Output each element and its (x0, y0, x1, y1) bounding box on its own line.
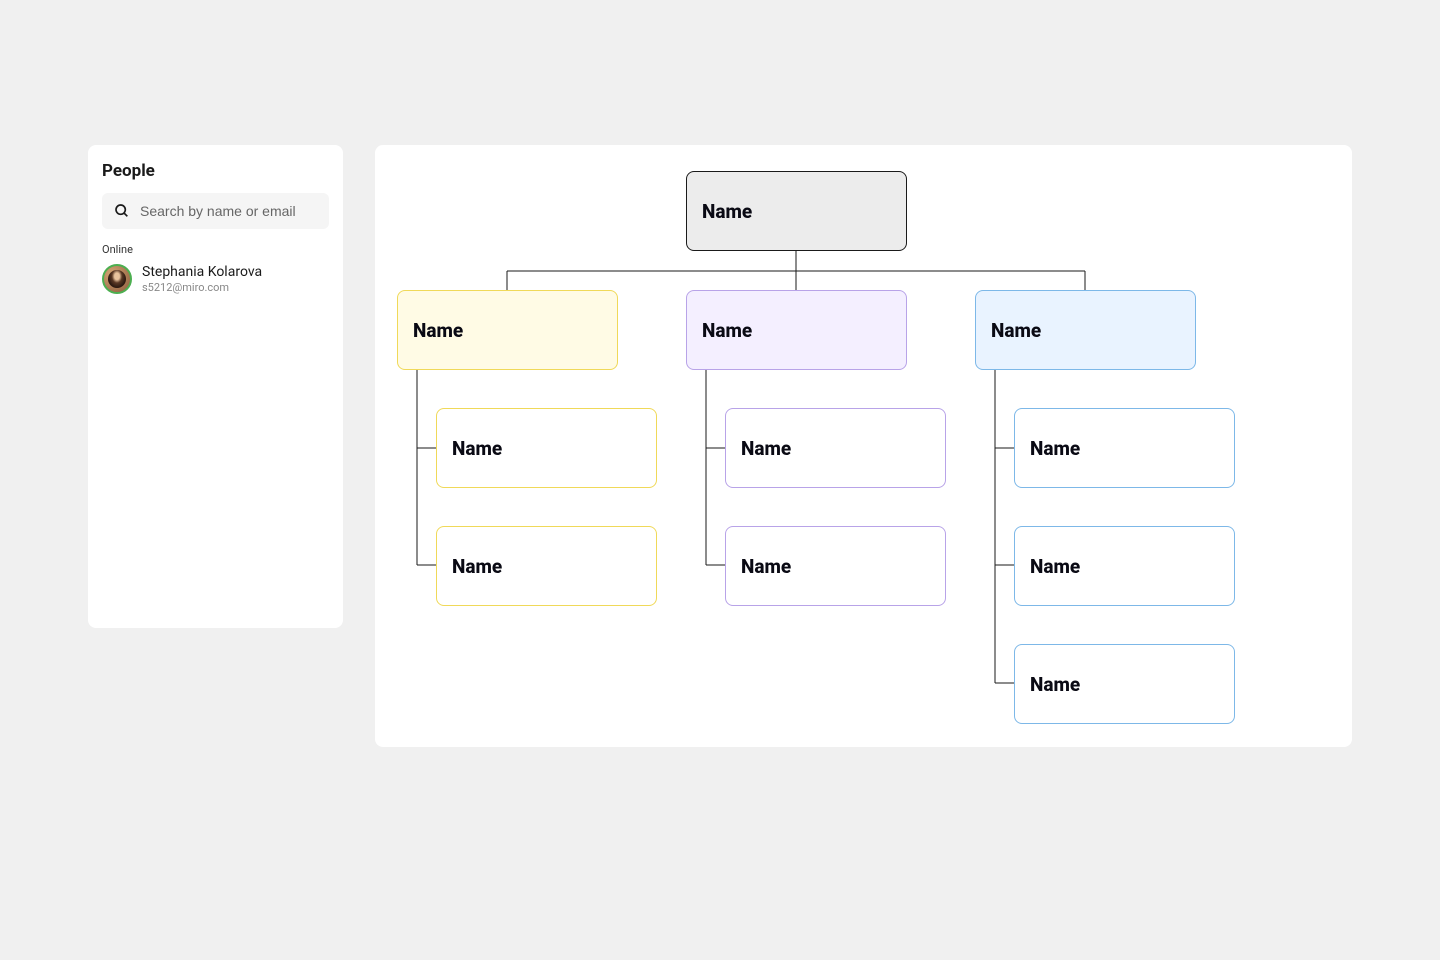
org-node-child-purple[interactable]: Name (725, 526, 946, 606)
org-node-branch-purple[interactable]: Name (686, 290, 907, 370)
search-box[interactable] (102, 193, 329, 229)
org-node-child-yellow[interactable]: Name (436, 526, 657, 606)
node-label: Name (413, 319, 463, 342)
org-node-child-blue[interactable]: Name (1014, 408, 1235, 488)
people-panel: People Online Stephania Kolarova s5212@m… (88, 145, 343, 628)
node-label: Name (991, 319, 1041, 342)
node-label: Name (702, 319, 752, 342)
node-label: Name (702, 200, 752, 223)
node-label: Name (1030, 555, 1080, 578)
node-label: Name (741, 555, 791, 578)
person-item[interactable]: Stephania Kolarova s5212@miro.com (102, 264, 329, 294)
avatar (102, 264, 132, 294)
org-node-child-yellow[interactable]: Name (436, 408, 657, 488)
search-input[interactable] (140, 203, 317, 219)
panel-title: People (102, 161, 329, 181)
org-chart-canvas[interactable]: Name Name Name Name Name Name Name Name … (375, 145, 1352, 747)
node-label: Name (452, 437, 502, 460)
org-node-child-blue[interactable]: Name (1014, 526, 1235, 606)
person-email: s5212@miro.com (142, 281, 262, 294)
node-label: Name (452, 555, 502, 578)
search-icon (114, 203, 130, 219)
org-node-root[interactable]: Name (686, 171, 907, 251)
org-node-branch-blue[interactable]: Name (975, 290, 1196, 370)
node-label: Name (741, 437, 791, 460)
online-section-label: Online (102, 243, 329, 256)
person-info: Stephania Kolarova s5212@miro.com (142, 264, 262, 294)
org-node-child-blue[interactable]: Name (1014, 644, 1235, 724)
node-label: Name (1030, 437, 1080, 460)
org-node-branch-yellow[interactable]: Name (397, 290, 618, 370)
node-label: Name (1030, 673, 1080, 696)
person-name: Stephania Kolarova (142, 264, 262, 281)
org-node-child-purple[interactable]: Name (725, 408, 946, 488)
